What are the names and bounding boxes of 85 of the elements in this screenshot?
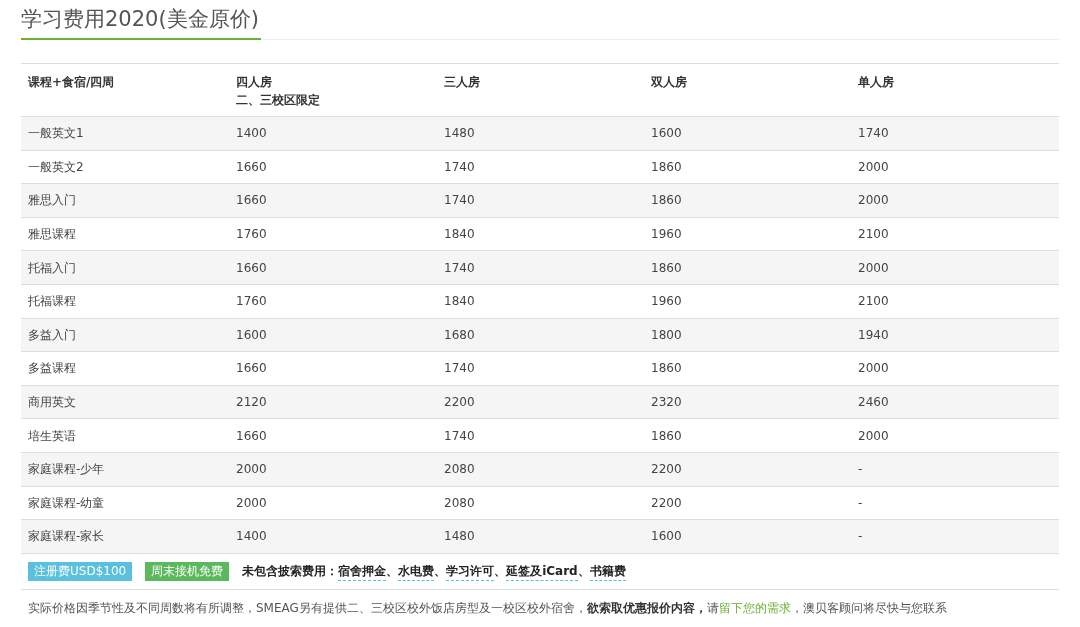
table-cell: 2200 [444, 395, 475, 410]
table-cell: 1660 [236, 260, 267, 275]
table-cell: 1740 [444, 428, 475, 443]
column-header: 双人房 [651, 74, 687, 91]
table-cell: 2000 [858, 260, 889, 275]
column-header: 单人房 [858, 74, 894, 91]
table-cell: 1840 [444, 227, 475, 242]
table-cell: 2000 [858, 193, 889, 208]
fee-term[interactable]: 书籍费 [589, 561, 626, 581]
table-cell: 培生英语 [28, 428, 76, 443]
table-cell: 1400 [236, 126, 267, 141]
table-cell: - [858, 495, 863, 510]
table-cell: 1860 [651, 159, 682, 174]
table-cell: 2000 [858, 159, 889, 174]
table-cell: 2320 [651, 395, 682, 410]
column-header: 四人房 [236, 74, 272, 91]
table-cell: 2000 [858, 361, 889, 376]
table-cell: 1660 [236, 428, 267, 443]
table-cell: 2100 [858, 294, 889, 309]
table-cell: 一般英文1 [28, 126, 84, 141]
table-cell: 家庭课程-家长 [28, 529, 105, 544]
table-cell: 1960 [651, 294, 682, 309]
table-cell: 多益入门 [28, 327, 76, 342]
column-header: 课程+食宿/四周 [28, 74, 115, 91]
table-cell: 一般英文2 [28, 159, 84, 174]
separator-text: 、 [494, 563, 507, 581]
table-cell: 家庭课程-幼童 [28, 495, 105, 510]
table-cell: 2200 [651, 462, 682, 477]
table-cell: - [858, 462, 863, 477]
table-cell: 2120 [236, 395, 267, 410]
table-cell: 2080 [444, 495, 475, 510]
fee-term[interactable]: 学习许可 [446, 561, 495, 581]
table-cell: 1860 [651, 428, 682, 443]
fee-term[interactable]: 延签及iCard [506, 561, 578, 581]
table-cell: 商用英文 [28, 395, 76, 410]
table-cell: 雅思课程 [28, 227, 76, 242]
table-cell: 1660 [236, 361, 267, 376]
table-cell: 托福课程 [28, 294, 76, 309]
section-title: 学习费用2020(美金原价) [21, 4, 261, 40]
table-cell: 1860 [651, 193, 682, 208]
separator-text: 、 [577, 563, 590, 581]
separator-text: 、 [434, 563, 447, 581]
table-cell: 1480 [444, 529, 475, 544]
table-cell: 雅思入门 [28, 193, 76, 208]
table-cell: 1760 [236, 294, 267, 309]
table-cell: 2000 [236, 462, 267, 477]
table-cell: 1860 [651, 361, 682, 376]
table-cell: 1960 [651, 227, 682, 242]
table-cell: 1480 [444, 126, 475, 141]
table-cell: 托福入门 [28, 260, 76, 275]
table-cell: 1600 [651, 529, 682, 544]
table-cell: 家庭课程-少年 [28, 462, 105, 477]
table-cell: 1760 [236, 227, 267, 242]
table-cell: 1740 [444, 193, 475, 208]
table-cell: 2460 [858, 395, 889, 410]
table-cell: 1600 [651, 126, 682, 141]
table-cell: 1400 [236, 529, 267, 544]
table-cell: 多益课程 [28, 361, 76, 376]
table-cell: 1740 [444, 260, 475, 275]
table-cell: 2080 [444, 462, 475, 477]
table-cell: 1740 [444, 159, 475, 174]
column-header: 三人房 [444, 74, 480, 91]
table-cell: 1800 [651, 327, 682, 342]
table-cell: 2000 [236, 495, 267, 510]
table-cell: 1600 [236, 327, 267, 342]
table-cell: 1940 [858, 327, 889, 342]
table-cell: 1740 [858, 126, 889, 141]
table-cell: 1660 [236, 159, 267, 174]
fees-label: 未包含披索费用： [242, 563, 339, 581]
label-badge: 注册费USD$100 [28, 561, 133, 581]
fee-term[interactable]: 宿舍押金 [338, 561, 387, 581]
table-cell: 1660 [236, 193, 267, 208]
label-badge: 周末接机免费 [145, 561, 230, 581]
table-cell: 2000 [858, 428, 889, 443]
table-cell: 1740 [444, 361, 475, 376]
table-cell: 1860 [651, 260, 682, 275]
separator-text: 、 [386, 563, 399, 581]
table-cell: 1680 [444, 327, 475, 342]
table-cell: 1840 [444, 294, 475, 309]
table-cell: 2200 [651, 495, 682, 510]
table-cell: 2100 [858, 227, 889, 242]
table-cell: - [858, 529, 863, 544]
fee-term[interactable]: 水电费 [398, 561, 435, 581]
note-text: 实际价格因季节性及不同周数将有所调整，SMEAG另有提供二、三校区校外饭店房型及一校区校外宿舍，欲索取优惠报价内容，请留下您的需求，澳贝客顾问将尽快与您联系 [27, 599, 948, 617]
column-note: 二、三校区限定 [236, 92, 320, 109]
